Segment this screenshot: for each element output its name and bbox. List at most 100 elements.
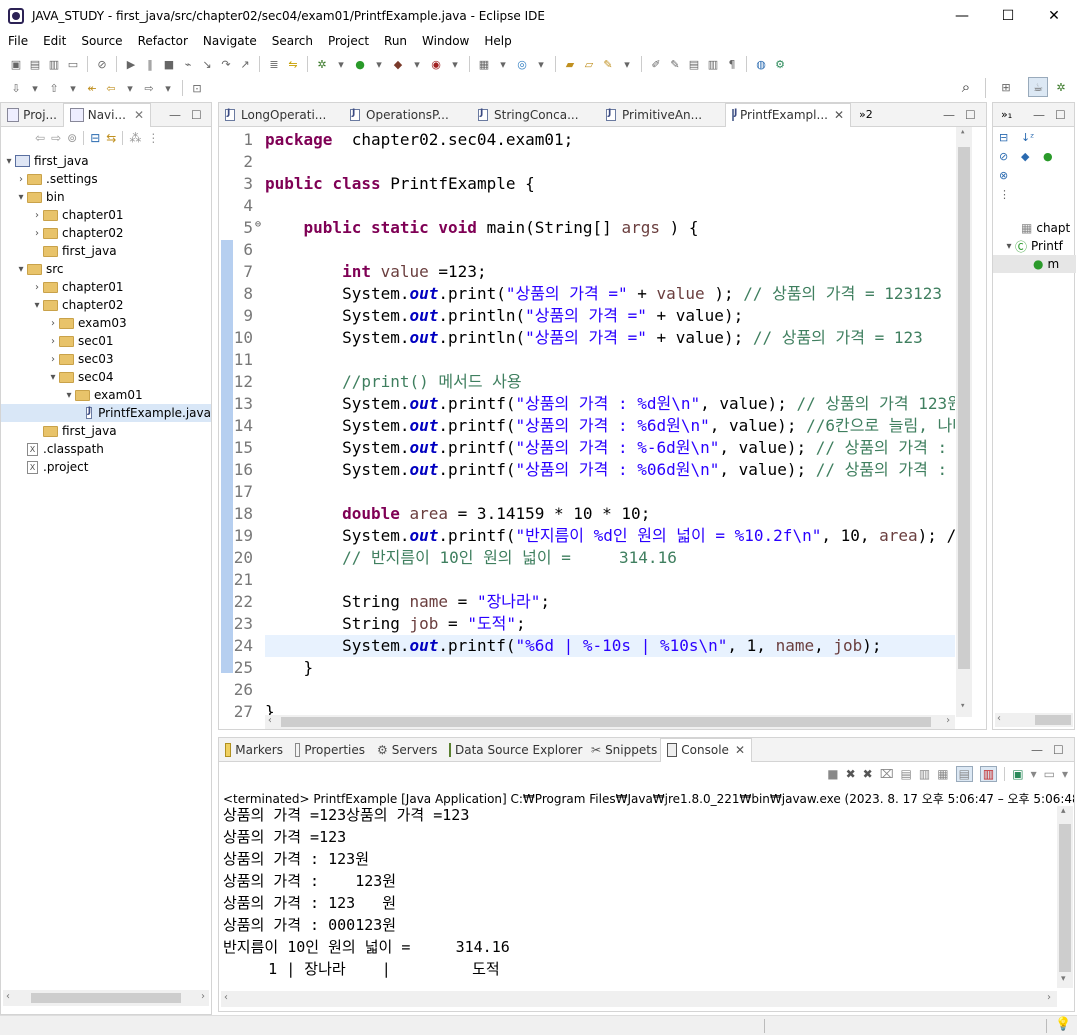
new-java-project-dropdown-icon[interactable]: ▾ <box>495 56 511 72</box>
scroll-thumb[interactable] <box>958 147 970 669</box>
scroll-thumb[interactable] <box>31 993 181 1003</box>
minimize-view-icon[interactable]: — <box>1033 108 1045 122</box>
back-dropdown-icon[interactable]: ▾ <box>122 80 138 96</box>
collapsed-arrow-icon[interactable]: › <box>47 354 59 365</box>
tab-editor-file[interactable]: StringConca... <box>472 103 600 127</box>
tab-data-source-explorer[interactable]: Data Source Explorer <box>443 738 585 762</box>
more-tabs-button[interactable]: »2 <box>859 108 873 121</box>
hide-non-public-icon[interactable]: ● <box>1043 150 1065 163</box>
scroll-right-icon[interactable]: › <box>201 991 205 1002</box>
search-tool-icon[interactable]: ✎ <box>600 56 616 72</box>
scroll-left-icon[interactable]: ‹ <box>997 713 1001 724</box>
forward-icon[interactable]: ⇨ <box>51 131 61 145</box>
forward-icon[interactable]: ⇨ <box>141 80 157 96</box>
horizontal-scrollbar[interactable]: ‹ <box>995 713 1073 727</box>
tab-servers[interactable]: ⚙ Servers <box>371 738 443 762</box>
close-tab-icon[interactable]: ✕ <box>735 743 745 757</box>
fold-icon[interactable]: ⊖ <box>255 219 261 230</box>
scroll-left-icon[interactable]: ‹ <box>224 992 228 1003</box>
last-edit-icon[interactable]: ↞ <box>84 80 100 96</box>
close-button[interactable]: ✕ <box>1031 0 1077 31</box>
outline-item[interactable]: ▾ Ⓒ Printf <box>993 237 1076 255</box>
view-menu-icon[interactable]: ⋮ <box>147 131 159 145</box>
collapsed-arrow-icon[interactable]: › <box>31 210 43 221</box>
tree-item[interactable]: ▾ exam01 <box>1 386 211 404</box>
save-icon[interactable]: ▤ <box>27 56 43 72</box>
tab-properties[interactable]: Properties <box>289 738 371 762</box>
back-icon[interactable]: ⇦ <box>103 80 119 96</box>
maximize-editor-icon[interactable]: ☐ <box>965 108 976 122</box>
tab-project-explorer[interactable]: Proj... <box>1 103 63 127</box>
hide-static-icon[interactable]: ◆ <box>1021 150 1043 163</box>
close-tab-icon[interactable]: ✕ <box>134 108 144 122</box>
prev-annotation-icon[interactable]: ⇧ <box>46 80 62 96</box>
expanded-arrow-icon[interactable]: ▾ <box>31 300 43 311</box>
toggle-breadcrumb-icon[interactable]: ▥ <box>705 56 721 72</box>
menu-navigate[interactable]: Navigate <box>195 34 264 48</box>
next-annotation-dropdown-icon[interactable]: ▾ <box>27 80 43 96</box>
menu-refactor[interactable]: Refactor <box>130 34 195 48</box>
scroll-right-icon[interactable]: › <box>1047 992 1051 1003</box>
terminate-icon[interactable]: ■ <box>827 767 838 781</box>
external-tools-dropdown-icon[interactable]: ▾ <box>447 56 463 72</box>
view-menu-icon[interactable]: ⋮ <box>999 188 1021 201</box>
next-annotation-icon[interactable]: ⇩ <box>8 80 24 96</box>
collapsed-arrow-icon[interactable]: › <box>31 228 43 239</box>
outline-item-selected[interactable]: ● m <box>993 255 1076 273</box>
link-with-editor-icon[interactable]: ⇆ <box>106 131 116 145</box>
scroll-thumb[interactable] <box>1059 824 1071 972</box>
open-task-icon[interactable]: ▱ <box>581 56 597 72</box>
tab-editor-active[interactable]: PrintfExampl... ✕ <box>725 102 851 127</box>
tab-markers[interactable]: Markers <box>219 738 289 762</box>
external-tools-icon[interactable]: ◉ <box>428 56 444 72</box>
terminal-icon[interactable]: ▭ <box>65 56 81 72</box>
search-icon[interactable]: ⌕ <box>958 78 974 96</box>
forward-dropdown-icon[interactable]: ▾ <box>160 80 176 96</box>
display-console-dropdown-icon[interactable]: ▾ <box>1031 767 1037 781</box>
coverage-icon[interactable]: ◆ <box>390 56 406 72</box>
tree-item-selected[interactable]: PrintfExample.java <box>1 404 211 422</box>
tree-item[interactable]: › exam03 <box>1 314 211 332</box>
debug-icon[interactable]: ✲ <box>314 56 330 72</box>
scroll-thumb[interactable] <box>1035 715 1071 725</box>
hide-local-types-icon[interactable]: ⊗ <box>999 169 1021 182</box>
menu-window[interactable]: Window <box>414 34 476 48</box>
disconnect-icon[interactable]: ⌁ <box>180 56 196 72</box>
clear-console-icon[interactable]: ⌧ <box>880 767 894 781</box>
show-whitespace-icon[interactable]: ¶ <box>724 56 740 72</box>
expanded-arrow-icon[interactable]: ▾ <box>1003 241 1015 252</box>
code-editor[interactable]: 1 2 3 4 5 6 7 8 9 10 11 12 13 14 15 16 1… <box>219 127 986 729</box>
tab-snippets[interactable]: ✂ Snippets <box>585 738 660 762</box>
outline-item[interactable]: ▦ chapt <box>993 219 1076 237</box>
word-wrap-icon[interactable]: ▥ <box>919 767 930 781</box>
coverage-dropdown-icon[interactable]: ▾ <box>409 56 425 72</box>
show-on-error-icon[interactable]: ▤ <box>955 766 973 782</box>
maximize-view-icon[interactable]: ☐ <box>1055 108 1066 122</box>
skip-breakpoints-icon[interactable]: ⊘ <box>94 56 110 72</box>
tree-item[interactable]: first_java <box>1 242 211 260</box>
scroll-lock-icon[interactable]: ▤ <box>901 767 912 781</box>
step-return-icon[interactable]: ↗ <box>237 56 253 72</box>
debug-perspective-icon[interactable]: ✲ <box>1053 79 1069 95</box>
remove-launch-icon[interactable]: ✖ <box>846 767 856 781</box>
new-class-dropdown-icon[interactable]: ▾ <box>533 56 549 72</box>
scroll-left-icon[interactable]: ‹ <box>6 991 10 1002</box>
new-class-icon[interactable]: ◎ <box>514 56 530 72</box>
maximize-button[interactable]: ☐ <box>985 0 1031 31</box>
run-dropdown-icon[interactable]: ▾ <box>371 56 387 72</box>
new-icon[interactable]: ▣ <box>8 56 24 72</box>
run-icon[interactable]: ● <box>352 56 368 72</box>
scroll-left-icon[interactable]: ‹ <box>267 715 273 726</box>
toggle-mark-icon[interactable]: ✎ <box>667 56 683 72</box>
save-all-icon[interactable]: ▥ <box>46 56 62 72</box>
menu-edit[interactable]: Edit <box>35 34 73 48</box>
collapse-all-icon[interactable]: ⊟ <box>90 131 100 145</box>
horizontal-scrollbar[interactable]: ‹ › <box>3 990 209 1006</box>
filter-icon[interactable]: ⁂ <box>129 131 141 145</box>
expanded-arrow-icon[interactable]: ▾ <box>15 192 27 203</box>
tree-item[interactable]: ▾ bin <box>1 188 211 206</box>
display-console-icon[interactable]: ▣ <box>1012 767 1023 781</box>
back-icon[interactable]: ⇦ <box>35 131 45 145</box>
remove-all-terminated-icon[interactable]: ✖ <box>863 767 873 781</box>
menu-source[interactable]: Source <box>73 34 129 48</box>
